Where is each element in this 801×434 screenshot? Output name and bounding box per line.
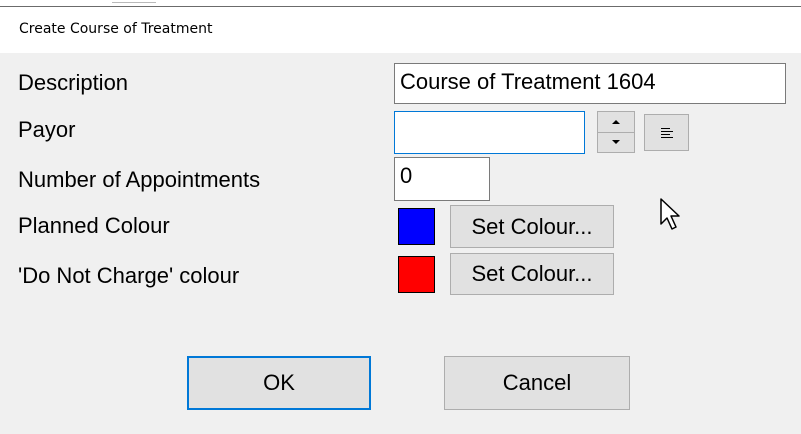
- appointments-input[interactable]: 0: [394, 157, 490, 201]
- planned-colour-label: Planned Colour: [18, 213, 170, 238]
- spin-down-button[interactable]: [598, 132, 634, 152]
- do-not-charge-colour-swatch: [398, 256, 435, 293]
- payor-label: Payor: [18, 117, 76, 142]
- planned-set-colour-button[interactable]: Set Colour...: [450, 205, 614, 248]
- description-input[interactable]: Course of Treatment 1604: [394, 63, 786, 104]
- cancel-button[interactable]: Cancel: [444, 356, 630, 410]
- mouse-pointer-icon: [660, 198, 680, 230]
- do-not-charge-set-colour-button[interactable]: Set Colour...: [450, 253, 614, 295]
- dialog-title: Create Course of Treatment: [19, 21, 213, 37]
- arrow-up-icon: [612, 120, 620, 124]
- window-edge-artifact: [112, 0, 156, 3]
- description-label: Description: [18, 70, 129, 95]
- ok-button[interactable]: OK: [187, 356, 371, 410]
- spin-up-button[interactable]: [598, 112, 634, 133]
- appointments-label: Number of Appointments: [18, 167, 261, 192]
- arrow-down-icon: [612, 140, 620, 144]
- payor-spinner[interactable]: [597, 111, 635, 153]
- align-list-icon: [660, 127, 673, 138]
- planned-colour-swatch: [398, 208, 435, 245]
- payor-input[interactable]: [394, 111, 585, 154]
- do-not-charge-colour-label: 'Do Not Charge' colour: [18, 263, 240, 288]
- window-top-edge: [0, 0, 801, 7]
- payor-list-button[interactable]: [644, 114, 689, 151]
